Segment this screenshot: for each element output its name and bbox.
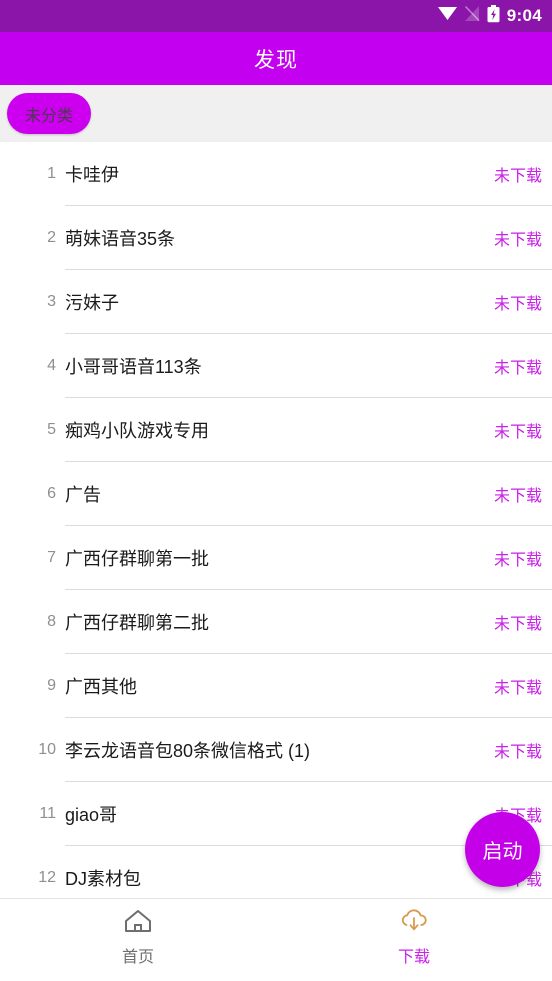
row-index: 2	[47, 229, 56, 246]
status-badge[interactable]: 未下载	[494, 738, 552, 762]
row-title: 广告	[65, 485, 101, 505]
row-index: 5	[47, 421, 56, 438]
table-row[interactable]: 5 痴鸡小队游戏专用 未下载	[0, 398, 552, 462]
table-row[interactable]: 8 广西仔群聊第二批 未下载	[0, 590, 552, 654]
table-row[interactable]: 4 小哥哥语音113条 未下载	[0, 334, 552, 398]
table-row[interactable]: 1 卡哇伊 未下载	[0, 142, 552, 206]
row-index: 3	[47, 293, 56, 310]
table-row[interactable]: 7 广西仔群聊第一批 未下载	[0, 526, 552, 590]
category-chip-bar: 未分类	[0, 85, 552, 142]
status-badge[interactable]: 未下载	[494, 674, 552, 698]
row-title: 李云龙语音包80条微信格式 (1)	[65, 741, 311, 761]
row-title: 污妹子	[65, 293, 119, 313]
row-title: 小哥哥语音113条	[65, 357, 202, 377]
app-bar: 发现	[0, 32, 552, 85]
table-row[interactable]: 10 李云龙语音包80条微信格式 (1) 未下载	[0, 718, 552, 782]
battery-charging-icon	[487, 4, 500, 28]
app-screen: 9:04 发现 未分类 1 卡哇伊 未下载 2 萌妹语音35条 未下载 3 污妹子 未下载 4 小哥…	[0, 0, 552, 981]
row-index: 12	[38, 869, 56, 886]
row-title: 痴鸡小队游戏专用	[65, 421, 209, 441]
status-bar: 9:04	[0, 0, 552, 32]
table-row[interactable]: 2 萌妹语音35条 未下载	[0, 206, 552, 270]
cloud-download-icon	[398, 908, 430, 939]
row-title: 广西仔群聊第二批	[65, 613, 209, 633]
bottom-navigation: 首页 下载	[0, 898, 552, 981]
status-badge[interactable]: 未下载	[494, 354, 552, 378]
row-title: 广西仔群聊第一批	[65, 549, 209, 569]
table-row[interactable]: 9 广西其他 未下载	[0, 654, 552, 718]
nav-label-download: 下载	[397, 949, 430, 966]
status-badge[interactable]: 未下载	[494, 482, 552, 506]
nav-label-home: 首页	[121, 949, 154, 966]
chip-uncategorized[interactable]: 未分类	[7, 93, 92, 134]
status-badge[interactable]: 未下载	[494, 418, 552, 442]
row-title: DJ素材包	[65, 869, 141, 889]
row-title: 萌妹语音35条	[65, 229, 176, 249]
row-index: 10	[38, 741, 56, 758]
row-title: 广西其他	[65, 677, 137, 697]
row-index: 8	[47, 613, 56, 630]
start-fab[interactable]: 启动	[465, 812, 540, 887]
status-badge[interactable]: 未下载	[494, 290, 552, 314]
package-list[interactable]: 1 卡哇伊 未下载 2 萌妹语音35条 未下载 3 污妹子 未下载 4 小哥哥语音113条 未下载 5 痴…	[0, 142, 552, 898]
table-row[interactable]: 3 污妹子 未下载	[0, 270, 552, 334]
row-index: 1	[47, 165, 56, 182]
nav-item-download[interactable]: 下载	[276, 899, 552, 981]
row-index: 11	[39, 805, 56, 822]
no-signal-icon	[464, 5, 480, 27]
row-title: 卡哇伊	[65, 165, 119, 185]
status-bar-clock: 9:04	[506, 6, 542, 25]
table-row[interactable]: 6 广告 未下载	[0, 462, 552, 526]
row-title: giao哥	[65, 805, 118, 825]
status-badge[interactable]: 未下载	[494, 162, 552, 186]
nav-item-home[interactable]: 首页	[0, 899, 276, 981]
status-badge[interactable]: 未下载	[494, 226, 552, 250]
row-index: 7	[47, 549, 56, 566]
row-index: 4	[47, 357, 56, 374]
status-badge[interactable]: 未下载	[494, 546, 552, 570]
page-title: 发现	[254, 48, 298, 72]
row-index: 6	[47, 485, 56, 502]
status-badge[interactable]: 未下载	[494, 610, 552, 634]
home-icon	[123, 908, 153, 939]
wifi-icon	[437, 6, 457, 26]
row-index: 9	[47, 677, 56, 694]
